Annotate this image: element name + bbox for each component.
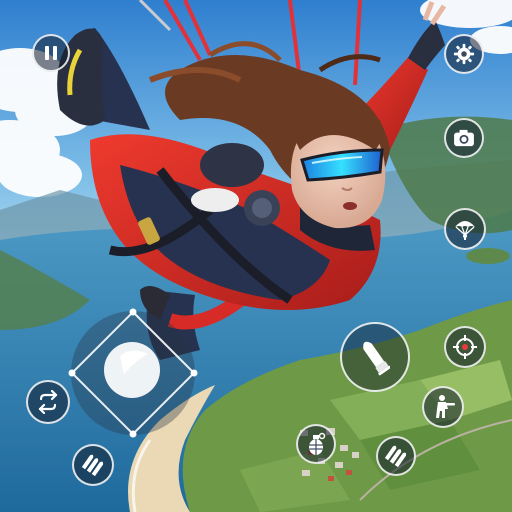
soldier-icon: [436, 395, 455, 418]
crosshair-icon: [453, 335, 477, 359]
grenade-icon: [309, 432, 326, 455]
parachute-icon: [455, 221, 475, 240]
joystick-dot-bottom: [129, 430, 137, 438]
parachute-button[interactable]: [444, 208, 486, 250]
ammo-icon: [384, 445, 407, 468]
gear-icon: [453, 43, 475, 65]
aim-button[interactable]: [444, 326, 486, 368]
joystick-dot-top: [129, 308, 137, 316]
grenade-button[interactable]: [296, 424, 336, 464]
camera-icon: [454, 129, 474, 147]
joystick-dot-right: [190, 369, 198, 377]
movement-joystick[interactable]: [50, 290, 216, 456]
game-viewport[interactable]: [0, 0, 512, 512]
fire-button[interactable]: [340, 322, 410, 392]
joystick-knob[interactable]: [104, 342, 160, 398]
ammo-icon: [81, 454, 104, 477]
joystick-dot-left: [68, 369, 76, 377]
pause-icon: [45, 46, 57, 60]
soldier-stance-button[interactable]: [422, 386, 464, 428]
pause-button[interactable]: [32, 34, 70, 72]
bullet-icon: [363, 341, 390, 376]
camera-button[interactable]: [444, 118, 484, 158]
ammo-button-right[interactable]: [376, 436, 416, 476]
settings-button[interactable]: [444, 34, 484, 74]
